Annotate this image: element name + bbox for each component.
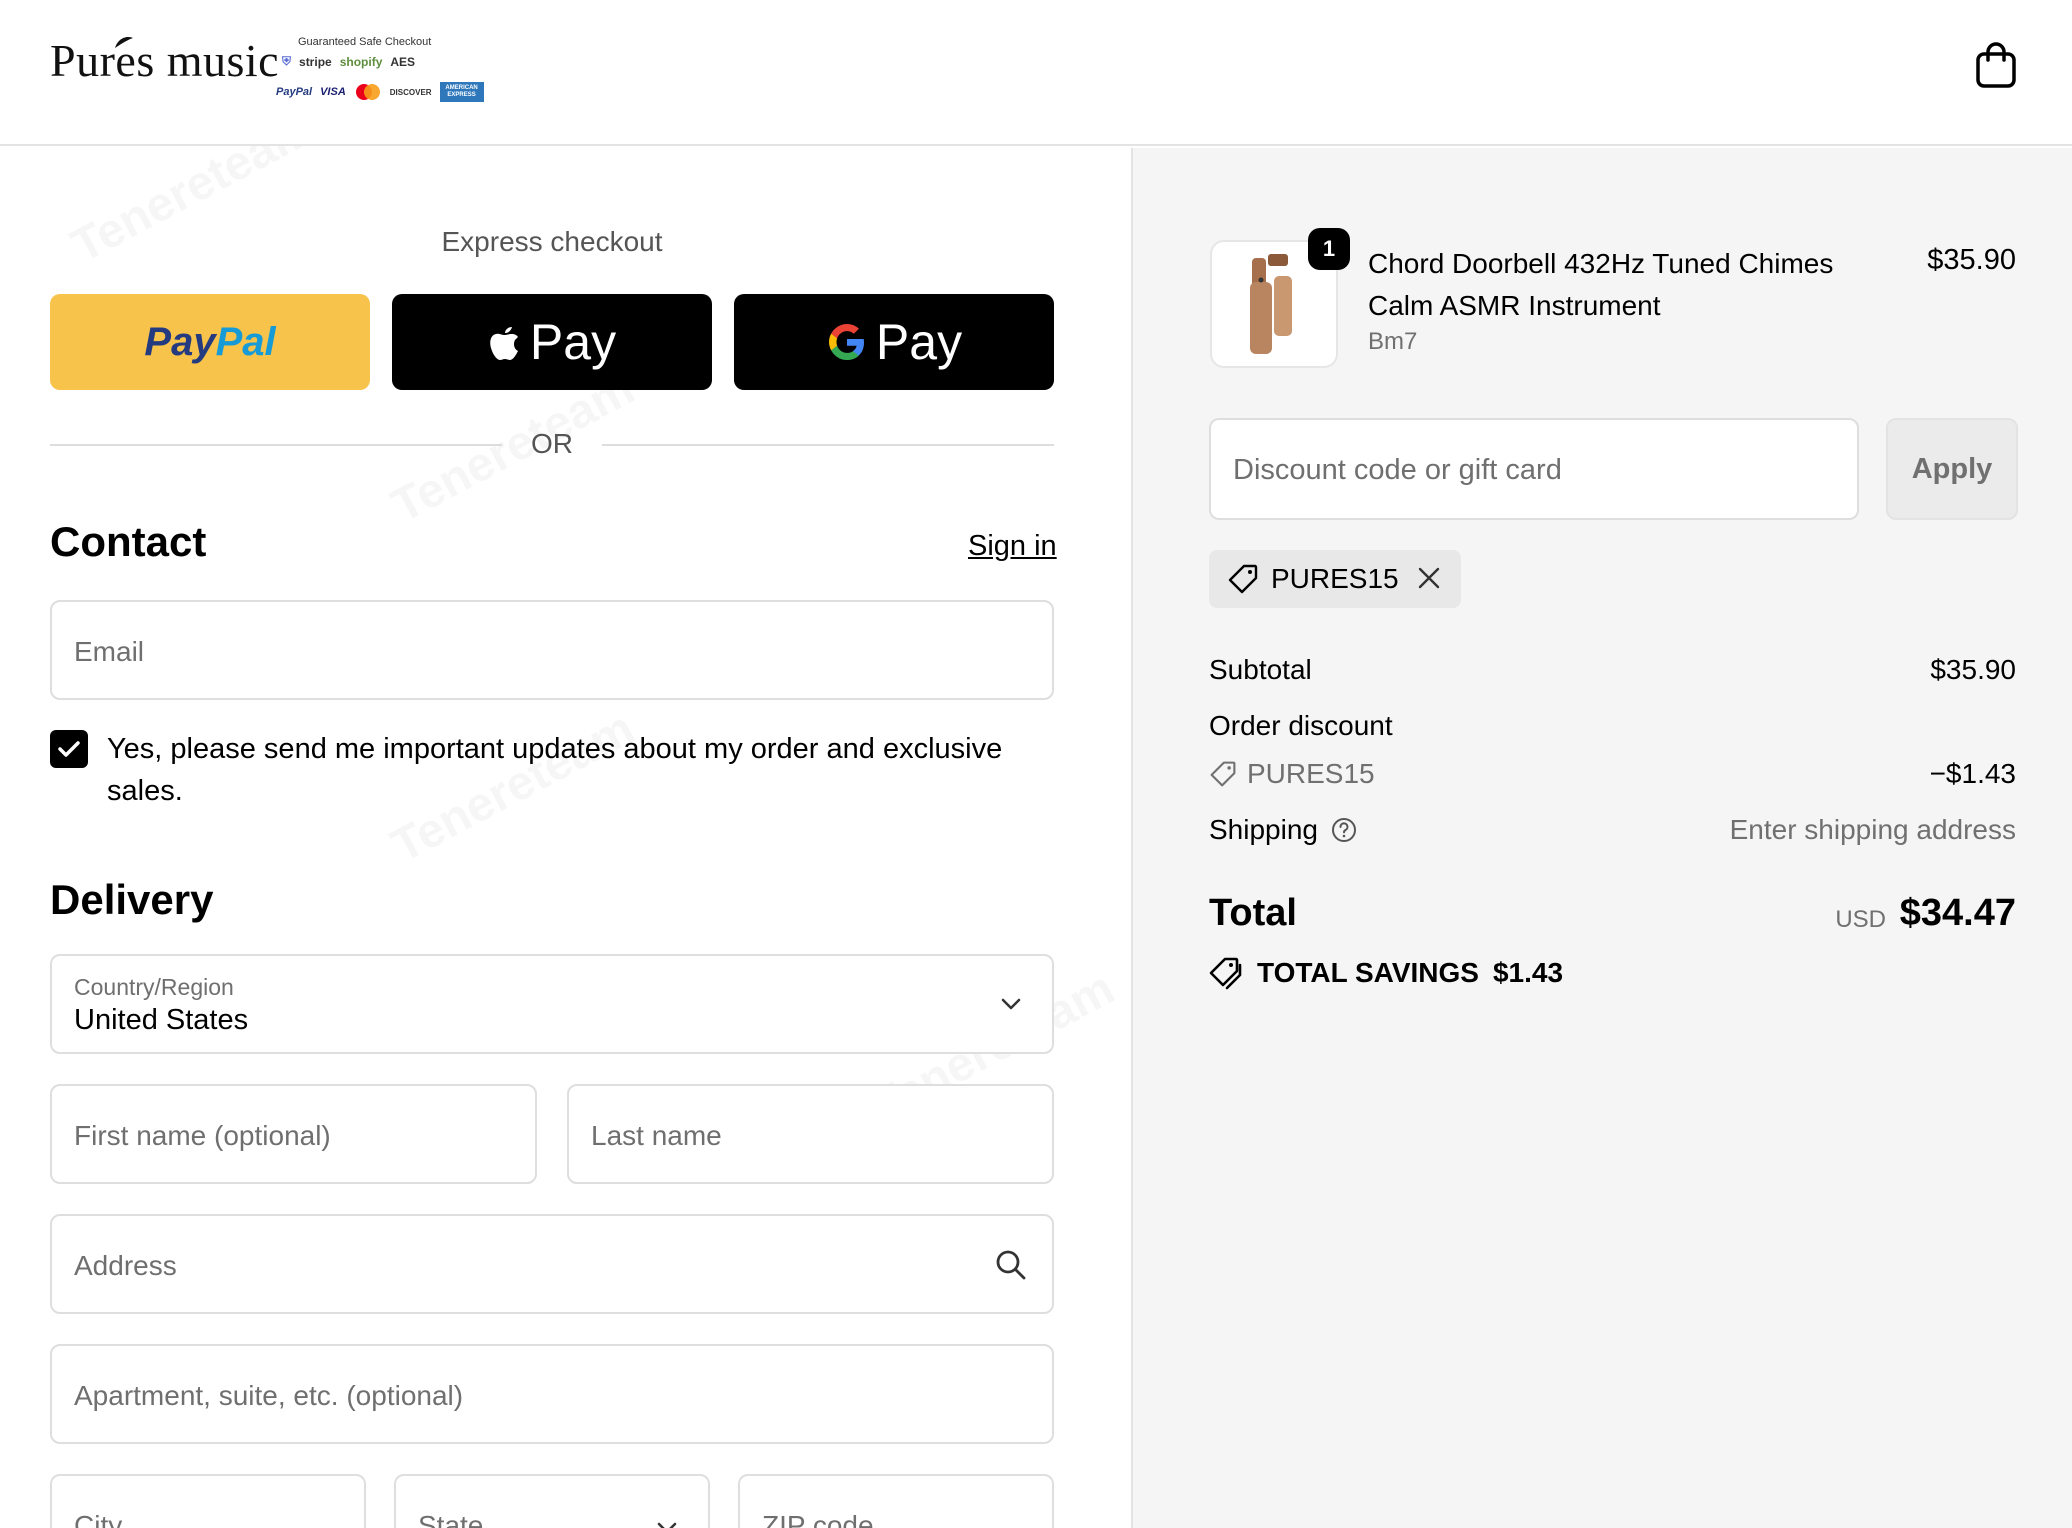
badges-title: Guaranteed Safe Checkout (298, 36, 432, 48)
badges-row-payments: PayPal VISA DISCOVER AMERICAN EXPRESS (276, 82, 484, 102)
store-name: Pures music (50, 35, 280, 86)
total-currency: USD (1835, 906, 1886, 933)
mastercard-icon (355, 84, 380, 100)
subtotal-value: $35.90 (1930, 654, 2016, 685)
address-field[interactable]: Address (50, 1214, 1054, 1314)
state-placeholder: State (418, 1510, 484, 1528)
or-separator: OR (531, 428, 573, 459)
shield-icon: ⛨ (282, 54, 292, 68)
google-pay-button[interactable]: Pay (734, 294, 1054, 390)
apple-icon (490, 327, 518, 360)
discount-code-input[interactable]: Discount code or gift card (1209, 418, 1859, 520)
discover-badge: DISCOVER (389, 87, 432, 97)
total-savings: TOTAL SAVINGS $1.43 (1209, 956, 1563, 990)
tag-icon (1210, 761, 1236, 787)
apartment-placeholder: Apartment, suite, etc. (optional) (74, 1380, 464, 1411)
marketing-optin-checkbox[interactable] (50, 730, 88, 768)
leaf-icon (115, 37, 133, 48)
shopify-badge: shopify (339, 54, 383, 69)
apply-discount-button[interactable]: Apply (1886, 418, 2018, 520)
paypal-badge: PayPal (276, 86, 313, 98)
country-select[interactable]: Country/Region United States (50, 954, 1054, 1054)
applied-code-label: PURES15 (1271, 563, 1399, 594)
order-discount-label: Order discount (1209, 710, 1393, 741)
help-icon[interactable] (1330, 816, 1358, 844)
last-name-field[interactable]: Last name (567, 1084, 1054, 1184)
tags-icon (1209, 957, 1242, 990)
stripe-badge: stripe (299, 54, 332, 69)
zip-field[interactable]: ZIP code (738, 1474, 1054, 1528)
cart-button[interactable] (1972, 40, 2020, 90)
shipping-row: Shipping (1209, 814, 1358, 846)
store-logo[interactable]: Pures music Guaranteed Safe Checkout ⛨ s… (50, 35, 484, 106)
email-placeholder: Email (74, 636, 145, 667)
country-value: United States (74, 1004, 249, 1036)
contact-heading: Contact (50, 518, 207, 565)
last-name-placeholder: Last name (591, 1120, 722, 1151)
paypal-label-pay: Pay (144, 319, 216, 364)
discount-value: −$1.43 (1929, 758, 2016, 789)
shipping-label: Shipping (1209, 814, 1318, 845)
aes-badge: AES (390, 54, 416, 69)
applied-discount-chip: PURES15 (1209, 550, 1461, 608)
email-field[interactable]: Email (50, 600, 1054, 700)
shipping-value: Enter shipping address (1729, 814, 2016, 845)
trust-badges: Guaranteed Safe Checkout ⛨ stripe shopif… (276, 36, 486, 102)
google-pay-label: Pay (875, 314, 963, 370)
city-placeholder: City (74, 1510, 123, 1528)
savings-label: TOTAL SAVINGS (1257, 957, 1479, 988)
country-label: Country/Region (74, 974, 234, 1000)
close-icon[interactable] (1415, 564, 1443, 592)
discount-code-row: PURES15 (1209, 758, 1375, 790)
discount-code-text: PURES15 (1247, 758, 1375, 789)
total-value: $34.47 (1899, 892, 2016, 934)
quantity-badge: 1 (1308, 228, 1350, 270)
address-placeholder: Address (74, 1250, 177, 1281)
total-label: Total (1209, 892, 1297, 934)
express-checkout-title: Express checkout (441, 226, 663, 257)
subtotal-label: Subtotal (1209, 654, 1312, 685)
first-name-placeholder: First name (optional) (74, 1120, 331, 1151)
divider (50, 444, 502, 446)
state-select[interactable]: State (394, 1474, 710, 1528)
product-name: Chord Doorbell 432Hz Tuned Chimes Calm A… (1368, 248, 1834, 321)
paypal-label-pal: Pal (215, 319, 276, 364)
checkmark-icon (58, 741, 80, 757)
badges-row-security: ⛨ stripe shopify AES (282, 54, 415, 69)
delivery-heading: Delivery (50, 876, 214, 923)
apartment-field[interactable]: Apartment, suite, etc. (optional) (50, 1344, 1054, 1444)
product-price: $35.90 (1927, 244, 2016, 276)
discount-placeholder: Discount code or gift card (1233, 454, 1562, 486)
apple-pay-button[interactable]: Pay (392, 294, 712, 390)
marketing-optin-label: Yes, please send me important updates ab… (107, 733, 1003, 807)
chevron-down-icon (1001, 998, 1021, 1010)
amex-badge: AMERICAN EXPRESS (439, 82, 484, 102)
divider (602, 444, 1054, 446)
search-icon (996, 1250, 1026, 1280)
site-header: Pures music Guaranteed Safe Checkout ⛨ s… (0, 0, 2072, 146)
paypal-button[interactable]: PayPal (50, 294, 370, 390)
apple-pay-label: Pay (529, 314, 617, 370)
sign-in-link[interactable]: Sign in (968, 530, 1057, 563)
product-variant: Bm7 (1368, 328, 1418, 355)
city-field[interactable]: City (50, 1474, 366, 1528)
savings-value: $1.43 (1492, 957, 1564, 988)
shopping-bag-icon (1976, 42, 2016, 88)
first-name-field[interactable]: First name (optional) (50, 1084, 537, 1184)
google-g-icon (828, 324, 864, 360)
chevron-down-icon (657, 1522, 677, 1528)
zip-placeholder: ZIP code (762, 1510, 874, 1528)
visa-badge: VISA (320, 86, 346, 98)
tag-icon (1228, 564, 1258, 594)
